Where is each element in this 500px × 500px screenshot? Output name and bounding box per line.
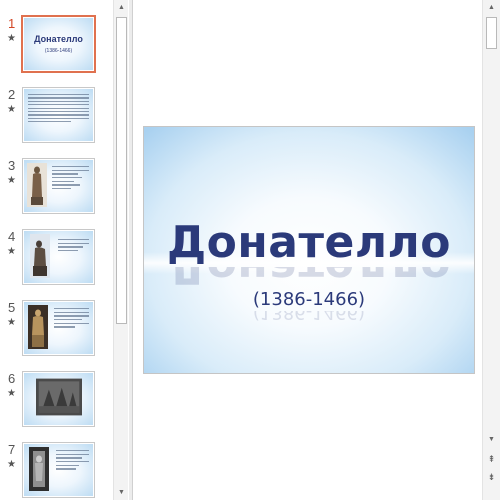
slide-number: 3 bbox=[8, 158, 16, 173]
sculpture-photo-icon bbox=[27, 163, 47, 207]
animation-star-icon: ★ bbox=[7, 388, 16, 399]
slide-thumbnail-3[interactable] bbox=[22, 158, 95, 214]
slide-thumbnail-row-6[interactable]: 6 ★ bbox=[0, 371, 112, 437]
animation-star-icon: ★ bbox=[7, 104, 16, 115]
animation-star-icon: ★ bbox=[7, 459, 16, 470]
animation-star-icon: ★ bbox=[7, 317, 16, 328]
thumbnail-preview bbox=[24, 231, 93, 283]
slide-subtitle-reflection: (1386-1466) bbox=[144, 311, 474, 321]
scroll-down-icon[interactable]: ▼ bbox=[483, 432, 500, 447]
sculpture-photo-icon bbox=[30, 234, 50, 278]
thumbnail-text-block bbox=[58, 239, 89, 254]
slide-thumbnail-pane: 1 ★ Донателло (1386-1466) 2 ★ 3 ★ 4 ★ 5 … bbox=[0, 0, 112, 500]
thumbnail-preview bbox=[24, 444, 93, 496]
slide-thumbnail-6[interactable] bbox=[22, 371, 95, 427]
slide-subtitle[interactable]: (1386-1466) bbox=[144, 289, 474, 310]
slide-thumbnail-7[interactable] bbox=[22, 442, 95, 498]
slide-title[interactable]: Донателло bbox=[144, 217, 474, 268]
thumbnail-text-block bbox=[52, 166, 89, 192]
powerpoint-window: 1 ★ Донателло (1386-1466) 2 ★ 3 ★ 4 ★ 5 … bbox=[0, 0, 500, 500]
thumbnail-preview: Донателло (1386-1466) bbox=[24, 18, 93, 70]
thumbnail-title: Донателло bbox=[34, 34, 83, 44]
slide-number: 2 bbox=[8, 87, 16, 102]
slide-number: 7 bbox=[8, 442, 16, 457]
slide-number: 5 bbox=[8, 300, 16, 315]
sculpture-photo-icon bbox=[29, 447, 49, 491]
thumbnail-subtitle: (1386-1466) bbox=[44, 48, 73, 54]
slide-thumbnail-1[interactable]: Донателло (1386-1466) bbox=[21, 15, 96, 73]
thumbnail-scrollbar[interactable]: ▲ ▼ bbox=[113, 0, 128, 500]
thumbnail-text-block bbox=[28, 94, 89, 125]
slide-thumbnail-row-7[interactable]: 7 ★ bbox=[0, 442, 112, 500]
slide-thumbnail-row-3[interactable]: 3 ★ bbox=[0, 158, 112, 224]
slide-title-reflection: Донателло bbox=[144, 267, 474, 289]
slide-thumbnail-row-5[interactable]: 5 ★ bbox=[0, 300, 112, 366]
thumbnail-text-block bbox=[56, 450, 89, 472]
animation-star-icon: ★ bbox=[7, 175, 16, 186]
thumbnail-preview bbox=[24, 302, 93, 354]
slide-thumbnail-row-4[interactable]: 4 ★ bbox=[0, 229, 112, 295]
slide-thumbnail-row-1[interactable]: 1 ★ Донателло (1386-1466) bbox=[0, 15, 112, 82]
scroll-up-icon[interactable]: ▲ bbox=[483, 0, 500, 15]
next-slide-icon[interactable]: ⇟ bbox=[483, 470, 500, 484]
relief-photo-icon bbox=[36, 378, 82, 416]
animation-star-icon: ★ bbox=[7, 246, 16, 257]
slide-thumbnail-2[interactable] bbox=[22, 87, 95, 143]
previous-slide-icon[interactable]: ⇞ bbox=[483, 452, 500, 466]
scroll-up-icon[interactable]: ▲ bbox=[114, 0, 129, 15]
current-slide-canvas[interactable]: Донателло Донателло (1386-1466) (1386-14… bbox=[143, 126, 475, 374]
slide-number: 6 bbox=[8, 371, 16, 386]
slide-thumbnail-5[interactable] bbox=[22, 300, 95, 356]
slide-number: 1 bbox=[8, 16, 16, 31]
slide-thumbnail-row-2[interactable]: 2 ★ bbox=[0, 87, 112, 153]
pane-splitter[interactable] bbox=[129, 0, 133, 500]
animation-star-icon: ★ bbox=[7, 33, 16, 44]
scroll-down-icon[interactable]: ▼ bbox=[114, 485, 129, 500]
editor-scroll-thumb[interactable] bbox=[486, 17, 497, 49]
thumbnail-preview bbox=[24, 160, 93, 212]
thumbnail-scroll-thumb[interactable] bbox=[116, 17, 127, 324]
thumbnail-preview bbox=[24, 373, 93, 425]
thumbnail-preview bbox=[24, 89, 93, 141]
slide-number: 4 bbox=[8, 229, 16, 244]
editor-scrollbar[interactable]: ▲ ▼ ⇞ ⇟ bbox=[482, 0, 500, 500]
sculpture-photo-icon bbox=[28, 305, 48, 349]
slide-thumbnail-4[interactable] bbox=[22, 229, 95, 285]
thumbnail-text-block bbox=[54, 308, 89, 330]
